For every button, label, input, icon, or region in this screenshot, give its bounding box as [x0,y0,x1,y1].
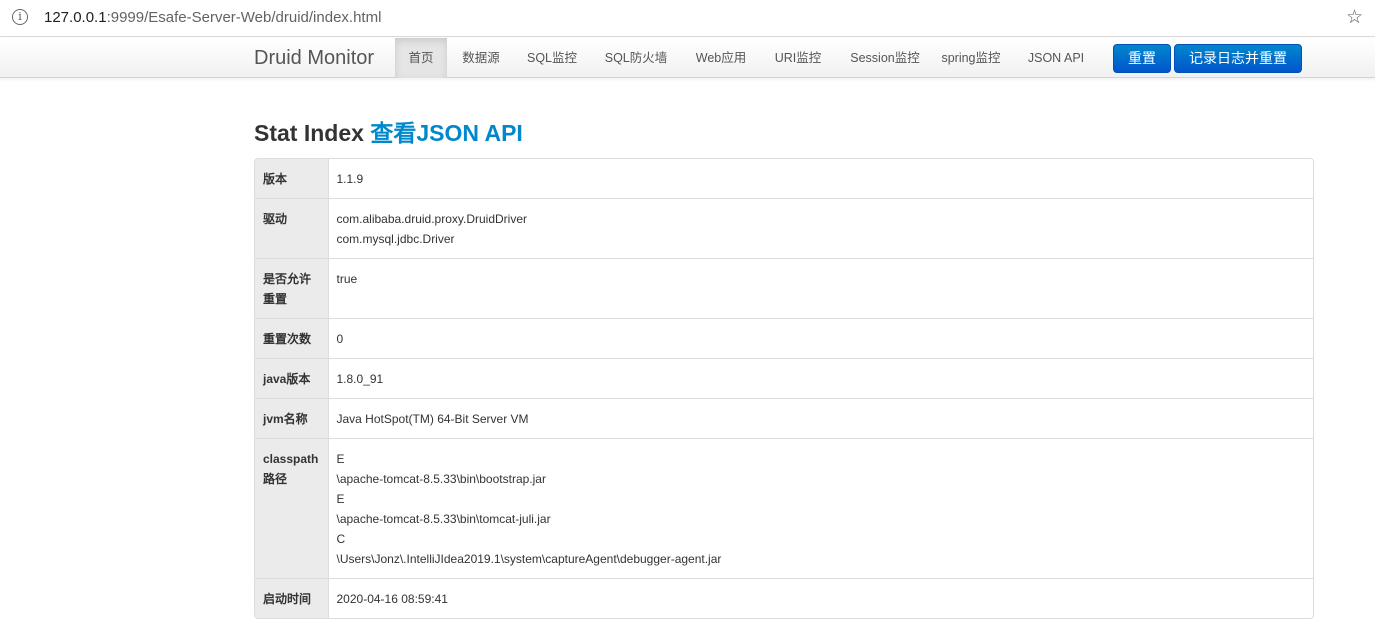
table-row: 重置次数 0 [255,318,1313,359]
url-field[interactable]: 127.0.0.1:9999/Esafe-Server-Web/druid/in… [44,9,381,26]
nav-item-sql-monitor[interactable]: SQL监控 [515,38,589,78]
nav-item-home[interactable]: 首页 [395,38,447,78]
table-row: 版本 1.1.9 [255,159,1313,199]
reset-button[interactable]: 重置 [1113,44,1171,73]
table-row: 启动时间 2020-04-16 08:59:41 [255,578,1313,618]
browser-address-bar: i 127.0.0.1:9999/Esafe-Server-Web/druid/… [0,0,1375,37]
nav-item-datasource[interactable]: 数据源 [447,38,515,78]
table-row: java版本 1.8.0_91 [255,358,1313,399]
value-line: com.alibaba.druid.proxy.DruidDriver [336,212,528,226]
page-title-text: Stat Index [254,120,364,146]
row-value-version: 1.1.9 [328,159,1313,199]
table-row: classpath路径 E \apache-tomcat-8.5.33\bin\… [255,438,1313,579]
nav-item-sql-firewall[interactable]: SQL防火墙 [589,38,683,78]
row-value-start-time: 2020-04-16 08:59:41 [328,578,1313,618]
value-line: E [336,452,345,466]
row-key-reset-enabled: 是否允许重置 [255,258,329,319]
nav-menu: 首页 数据源 SQL监控 SQL防火墙 Web应用 URI监控 Session监… [395,38,1103,78]
row-key-reset-count: 重置次数 [255,318,329,359]
navbar: Druid Monitor 首页 数据源 SQL监控 SQL防火墙 Web应用 … [0,38,1375,78]
row-value-reset-enabled: true [328,258,1313,319]
row-key-driver: 驱动 [255,198,329,259]
value-line: 1.1.9 [336,172,364,186]
row-value-java-version: 1.8.0_91 [328,358,1313,399]
value-line: \apache-tomcat-8.5.33\bin\bootstrap.jar [336,472,546,486]
row-key-start-time: 启动时间 [255,578,329,618]
row-key-classpath: classpath路径 [255,438,329,579]
value-line: true [336,272,358,286]
log-and-reset-button[interactable]: 记录日志并重置 [1174,44,1302,73]
row-key-java-version: java版本 [255,358,329,399]
json-api-link[interactable]: 查看JSON API [370,120,523,146]
url-path: :9999/Esafe-Server-Web/druid/index.html [106,9,382,26]
nav-item-uri-monitor[interactable]: URI监控 [759,38,837,78]
value-line: \apache-tomcat-8.5.33\bin\tomcat-juli.ja… [336,512,551,526]
row-key-jvm-name: jvm名称 [255,398,329,439]
nav-item-spring-monitor[interactable]: spring监控 [933,38,1009,78]
bookmark-star-icon[interactable]: ☆ [1346,6,1363,29]
page-title: Stat Index 查看JSON API [254,114,523,148]
table-row: jvm名称 Java HotSpot(TM) 64-Bit Server VM [255,398,1313,439]
row-value-classpath: E \apache-tomcat-8.5.33\bin\bootstrap.ja… [328,438,1313,579]
table-row: 驱动 com.alibaba.druid.proxy.DruidDriver c… [255,198,1313,259]
value-line: E [336,492,345,506]
info-icon[interactable]: i [12,9,28,25]
nav-item-json-api[interactable]: JSON API [1009,38,1103,78]
nav-item-session-monitor[interactable]: Session监控 [837,38,933,78]
value-line: 0 [336,332,344,346]
row-value-driver: com.alibaba.druid.proxy.DruidDriver com.… [328,198,1313,259]
brand[interactable]: Druid Monitor [254,47,374,70]
row-value-reset-count: 0 [328,318,1313,359]
row-key-version: 版本 [255,159,329,199]
stat-table: 版本 1.1.9 驱动 com.alibaba.druid.proxy.Drui… [254,158,1314,619]
value-line: com.mysql.jdbc.Driver [336,232,455,246]
value-line: 2020-04-16 08:59:41 [336,592,448,606]
url-host: 127.0.0.1 [44,9,107,26]
nav-item-web-app[interactable]: Web应用 [683,38,759,78]
value-line: \Users\Jonz\.IntelliJIdea2019.1\system\c… [336,552,722,566]
value-line: Java HotSpot(TM) 64-Bit Server VM [336,412,529,426]
value-line: C [336,532,346,546]
table-row: 是否允许重置 true [255,258,1313,319]
value-line: 1.8.0_91 [336,372,384,386]
row-value-jvm-name: Java HotSpot(TM) 64-Bit Server VM [328,398,1313,439]
